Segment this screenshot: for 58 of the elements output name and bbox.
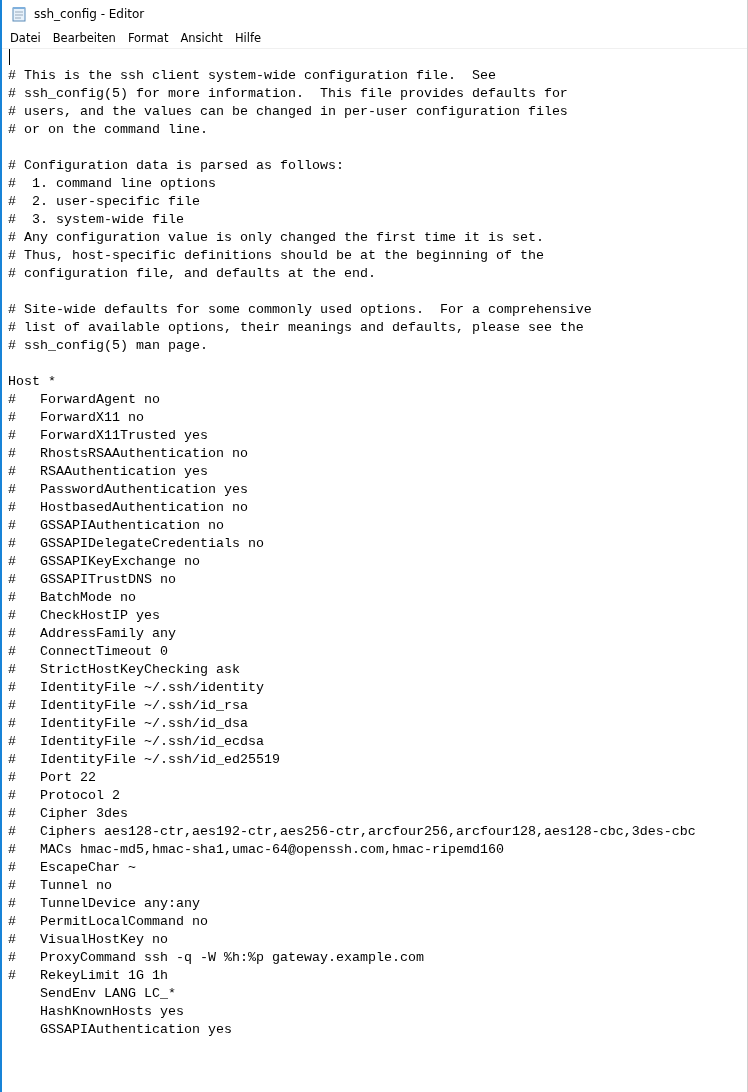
code-line: # IdentityFile ~/.ssh/id_ed25519 (8, 752, 280, 767)
code-line: GSSAPIAuthentication yes (39, 1022, 232, 1037)
code-line: # ForwardX11 no (8, 410, 144, 425)
menu-item[interactable]: Hilfe (228, 28, 268, 48)
code-line: # ForwardAgent no (8, 392, 160, 407)
code-line: # Thus, host-specific definitions should be at the beginning of the (8, 248, 544, 263)
code-line: # ConnectTimeout 0 (8, 644, 168, 659)
code-line: # Protocol 2 (8, 788, 120, 803)
code-line: # AddressFamily any (8, 626, 176, 641)
menu-item[interactable]: Ansicht (174, 28, 229, 48)
code-line: # IdentityFile ~/.ssh/id_dsa (8, 716, 248, 731)
menu-item[interactable]: Format (121, 28, 175, 48)
code-line: # ProxyCommand ssh -q -W %h:%p gateway.example.com (8, 950, 424, 965)
code-line: # GSSAPIDelegateCredentials no (8, 536, 264, 551)
code-line: # VisualHostKey no (8, 932, 168, 947)
code-line: # IdentityFile ~/.ssh/identity (8, 680, 264, 695)
notepad-icon (11, 6, 27, 22)
code-line: # TunnelDevice any:any (8, 896, 200, 911)
code-line: # RekeyLimit 1G 1h (8, 968, 168, 983)
code-line: # Cipher 3des (8, 806, 128, 821)
code-line: # This is the ssh client system-wide configuration file. See (8, 68, 496, 83)
code-line: # CheckHostIP yes (8, 608, 160, 623)
code-line: # GSSAPITrustDNS no (8, 572, 176, 587)
code-line: # EscapeChar ~ (8, 860, 136, 875)
code-line: # Port 22 (8, 770, 96, 785)
window-title: ssh_config - Editor (34, 6, 145, 23)
code-line: # 2. user-specific file (8, 194, 200, 209)
code-line: # Any configuration value is only changed the first time it is set. (8, 230, 544, 245)
code-line: # PermitLocalCommand no (8, 914, 208, 929)
code-line: # MACs hmac-md5,hmac-sha1,umac-64@openssh.com,hmac-ripemd160 (8, 842, 504, 857)
code-line: # ssh_config(5) man page. (8, 338, 208, 353)
code-line: # PasswordAuthentication yes (8, 482, 248, 497)
code-line: # list of available options, their meanings and defaults, please see the (8, 320, 584, 335)
menu-item[interactable]: Datei (4, 28, 47, 48)
code-line: # or on the command line. (8, 122, 208, 137)
code-line: # HostbasedAuthentication no (8, 500, 248, 515)
code-line: Host * (8, 374, 56, 389)
code-line: # IdentityFile ~/.ssh/id_rsa (8, 698, 248, 713)
code-line: # Site-wide defaults for some commonly used options. For a comprehensive (8, 302, 592, 317)
code-line: # RSAAuthentication yes (8, 464, 208, 479)
code-line: # StrictHostKeyChecking ask (8, 662, 240, 677)
code-line: # ForwardX11Trusted yes (8, 428, 208, 443)
code-line: HashKnownHosts yes (39, 1004, 184, 1019)
menu-item[interactable]: Bearbeiten (46, 28, 122, 48)
code-line: # configuration file, and defaults at the end. (8, 266, 376, 281)
code-line: # Configuration data is parsed as follows: (8, 158, 344, 173)
code-line: # GSSAPIKeyExchange no (8, 554, 200, 569)
code-line: SendEnv LANG LC_* (39, 986, 176, 1001)
code-line: # RhostsRSAAuthentication no (8, 446, 248, 461)
code-line: # IdentityFile ~/.ssh/id_ecdsa (8, 734, 264, 749)
code-line: # GSSAPIAuthentication no (8, 518, 224, 533)
code-line: # users, and the values can be changed in per-user configuration files (8, 104, 568, 119)
code-line: # 1. command line options (8, 176, 216, 191)
code-line: # BatchMode no (8, 590, 136, 605)
code-line: # 3. system-wide file (8, 212, 184, 227)
code-line: # Ciphers aes128-ctr,aes192-ctr,aes256-ctr,arcfour256,arcfour128,aes128-cbc,3des-cbc (8, 824, 696, 839)
code-line: # Tunnel no (8, 878, 112, 893)
code-line: # ssh_config(5) for more information. This file provides defaults for (8, 86, 568, 101)
